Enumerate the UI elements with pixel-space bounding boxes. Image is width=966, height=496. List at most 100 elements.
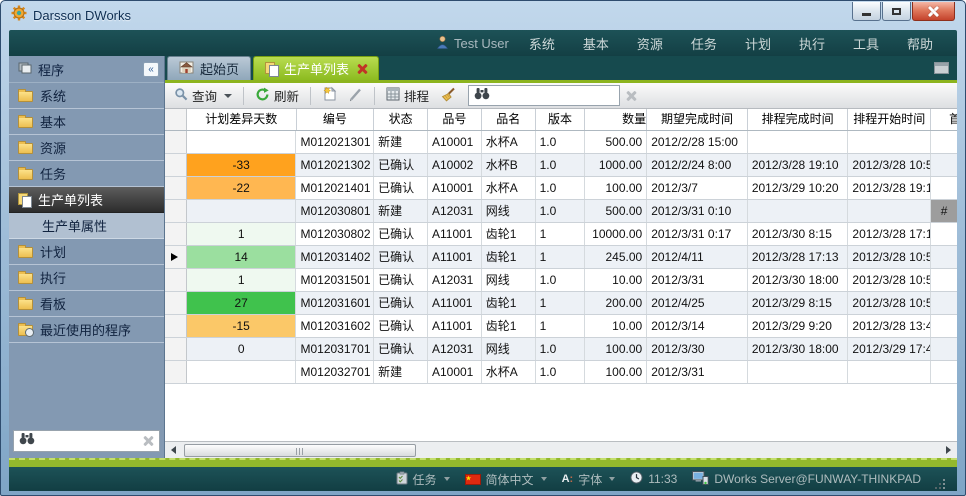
cell-expected-finish[interactable]: 2012/4/11 <box>647 246 748 268</box>
table-row[interactable]: M012030801 新建 A12031 网线 1.0 500.00 2012/… <box>165 200 957 223</box>
cell-qty[interactable]: 100.00 <box>585 177 647 199</box>
cell-sched-finish[interactable]: 2012/3/28 17:13 <box>748 246 849 268</box>
schedule-button[interactable]: 排程 <box>383 84 432 107</box>
current-user[interactable]: Test User <box>436 35 515 52</box>
cell-item-no[interactable]: A11001 <box>428 292 482 314</box>
column-header-version[interactable]: 版本 <box>536 109 586 130</box>
cell-partial[interactable] <box>931 269 957 291</box>
cell-partial[interactable] <box>931 131 957 153</box>
cell-status[interactable]: 已确认 <box>374 315 428 337</box>
cell-status[interactable]: 已确认 <box>374 246 428 268</box>
cell-expected-finish[interactable]: 2012/3/31 0:10 <box>647 200 748 222</box>
cell-item-name[interactable]: 水杯B <box>482 154 536 176</box>
cell-version[interactable]: 1 <box>536 246 586 268</box>
cell-expected-finish[interactable]: 2012/3/30 <box>647 338 748 360</box>
row-selector-cell[interactable] <box>165 177 187 199</box>
minimize-button[interactable] <box>852 2 881 21</box>
toolbar-search-input[interactable] <box>494 89 614 103</box>
cell-code[interactable]: M012031601 <box>296 292 374 314</box>
scrollbar-thumb[interactable] <box>184 444 416 457</box>
toolbar-search-clear-icon[interactable] <box>625 90 637 102</box>
cell-code[interactable]: M012030802 <box>296 223 374 245</box>
cell-item-name[interactable]: 网线 <box>482 338 536 360</box>
row-selector-cell[interactable] <box>165 269 187 291</box>
cell-partial[interactable] <box>931 177 957 199</box>
cell-plan-diff-days[interactable]: 0 <box>187 338 297 360</box>
tab-production-order-list[interactable]: 生产单列表 <box>253 56 379 80</box>
cell-expected-finish[interactable]: 2012/3/14 <box>647 315 748 337</box>
cell-item-no[interactable]: A12031 <box>428 338 482 360</box>
cell-qty[interactable]: 500.00 <box>585 131 647 153</box>
menu-item[interactable]: 计划 <box>731 30 785 56</box>
horizontal-scrollbar[interactable] <box>165 441 957 458</box>
table-row[interactable]: -15 M012031602 已确认 A11001 齿轮1 1 10.00 20… <box>165 315 957 338</box>
cell-plan-diff-days[interactable] <box>187 361 297 383</box>
scroll-left-arrow-icon[interactable] <box>165 442 182 458</box>
resize-grip[interactable] <box>935 481 945 491</box>
cell-sched-finish[interactable] <box>748 131 849 153</box>
cell-item-name[interactable]: 水杯A <box>482 361 536 383</box>
cell-code[interactable]: M012021401 <box>296 177 374 199</box>
status-task-menu[interactable]: 任务 <box>391 471 455 488</box>
cell-plan-diff-days[interactable]: 1 <box>187 223 297 245</box>
cell-expected-finish[interactable]: 2012/3/31 0:17 <box>647 223 748 245</box>
cell-partial[interactable] <box>931 292 957 314</box>
table-row[interactable]: 1 M012030802 已确认 A11001 齿轮1 1 10000.00 2… <box>165 223 957 246</box>
cell-item-name[interactable]: 网线 <box>482 269 536 291</box>
cell-partial[interactable] <box>931 223 957 245</box>
cell-code[interactable]: M012032701 <box>296 361 374 383</box>
cell-code[interactable]: M012030801 <box>296 200 374 222</box>
cell-sched-start[interactable]: 2012/3/28 17:13 <box>848 223 931 245</box>
column-header-status[interactable]: 状态 <box>374 109 428 130</box>
cell-status[interactable]: 已确认 <box>374 177 428 199</box>
status-font-menu[interactable]: A: 字体 <box>557 471 621 488</box>
menu-item[interactable]: 系统 <box>515 30 569 56</box>
maximize-button[interactable] <box>882 2 911 21</box>
column-header-plan-diff-days[interactable]: 计划差异天数 <box>187 109 297 130</box>
menu-item[interactable]: 帮助 <box>893 30 947 56</box>
cell-version[interactable]: 1.0 <box>536 338 586 360</box>
cell-partial[interactable] <box>931 154 957 176</box>
cell-expected-finish[interactable]: 2012/4/25 <box>647 292 748 314</box>
cell-expected-finish[interactable]: 2012/3/31 <box>647 361 748 383</box>
cell-sched-start[interactable]: 2012/3/28 10:52 <box>848 292 931 314</box>
cell-sched-finish[interactable] <box>748 361 849 383</box>
new-button[interactable] <box>319 84 340 107</box>
cell-partial[interactable] <box>931 361 957 383</box>
cell-qty[interactable]: 10.00 <box>585 315 647 337</box>
cell-plan-diff-days[interactable]: 27 <box>187 292 297 314</box>
cell-expected-finish[interactable]: 2012/2/28 15:00 <box>647 131 748 153</box>
cell-status[interactable]: 新建 <box>374 361 428 383</box>
sidebar-item[interactable]: 生产单列表 <box>9 187 164 213</box>
sidebar-search-input[interactable] <box>39 434 138 448</box>
cell-status[interactable]: 已确认 <box>374 338 428 360</box>
cell-sched-start[interactable]: 2012/3/29 17:46 <box>848 338 931 360</box>
table-row[interactable]: -22 M012021401 已确认 A10001 水杯A 1.0 100.00… <box>165 177 957 200</box>
cell-code[interactable]: M012021301 <box>296 131 374 153</box>
cell-sched-finish[interactable]: 2012/3/30 18:00 <box>748 269 849 291</box>
cell-version[interactable]: 1 <box>536 315 586 337</box>
cell-expected-finish[interactable]: 2012/3/7 <box>647 177 748 199</box>
cell-qty[interactable]: 10000.00 <box>585 223 647 245</box>
column-header-sched-start[interactable]: 排程开始时间 <box>848 109 931 130</box>
cell-status[interactable]: 已确认 <box>374 269 428 291</box>
float-window-icon[interactable] <box>934 62 949 74</box>
row-selector-cell[interactable] <box>165 131 187 153</box>
cell-version[interactable]: 1 <box>536 292 586 314</box>
cell-sched-finish[interactable]: 2012/3/29 9:20 <box>748 315 849 337</box>
table-row[interactable]: 14 M012031402 已确认 A11001 齿轮1 1 245.00 20… <box>165 246 957 269</box>
cell-version[interactable]: 1.0 <box>536 200 586 222</box>
cell-item-name[interactable]: 齿轮1 <box>482 292 536 314</box>
column-header-sched-finish[interactable]: 排程完成时间 <box>748 109 849 130</box>
sidebar-search-clear-icon[interactable] <box>142 435 154 447</box>
row-selector-cell[interactable] <box>165 338 187 360</box>
cell-expected-finish[interactable]: 2012/2/24 8:00 <box>647 154 748 176</box>
table-row[interactable]: M012021301 新建 A10001 水杯A 1.0 500.00 2012… <box>165 131 957 154</box>
query-button[interactable]: 查询 <box>171 84 235 107</box>
title-bar[interactable]: Darsson DWorks <box>9 1 957 30</box>
scroll-right-arrow-icon[interactable] <box>940 442 957 458</box>
cell-item-name[interactable]: 齿轮1 <box>482 223 536 245</box>
cell-sched-finish[interactable] <box>748 200 849 222</box>
table-row[interactable]: 1 M012031501 已确认 A12031 网线 1.0 10.00 201… <box>165 269 957 292</box>
row-selector-cell[interactable] <box>165 223 187 245</box>
